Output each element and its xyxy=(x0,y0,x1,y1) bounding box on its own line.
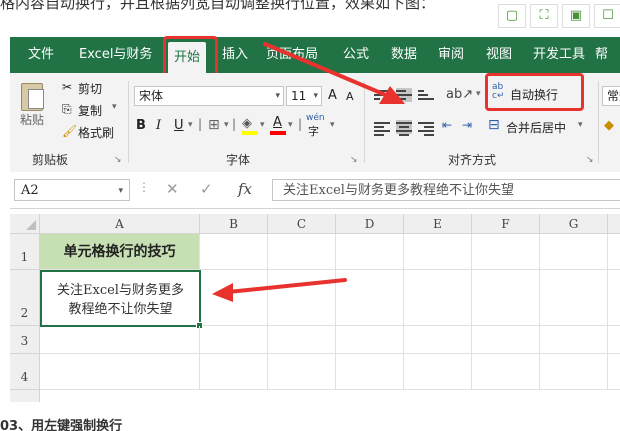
article-bottom-text: 03、用左键强制换行 xyxy=(0,419,123,431)
arrow-line-top xyxy=(263,42,390,98)
arrow-line-cell xyxy=(226,278,347,294)
arrow-head-cell xyxy=(212,283,233,302)
annotation-arrows xyxy=(212,42,405,302)
